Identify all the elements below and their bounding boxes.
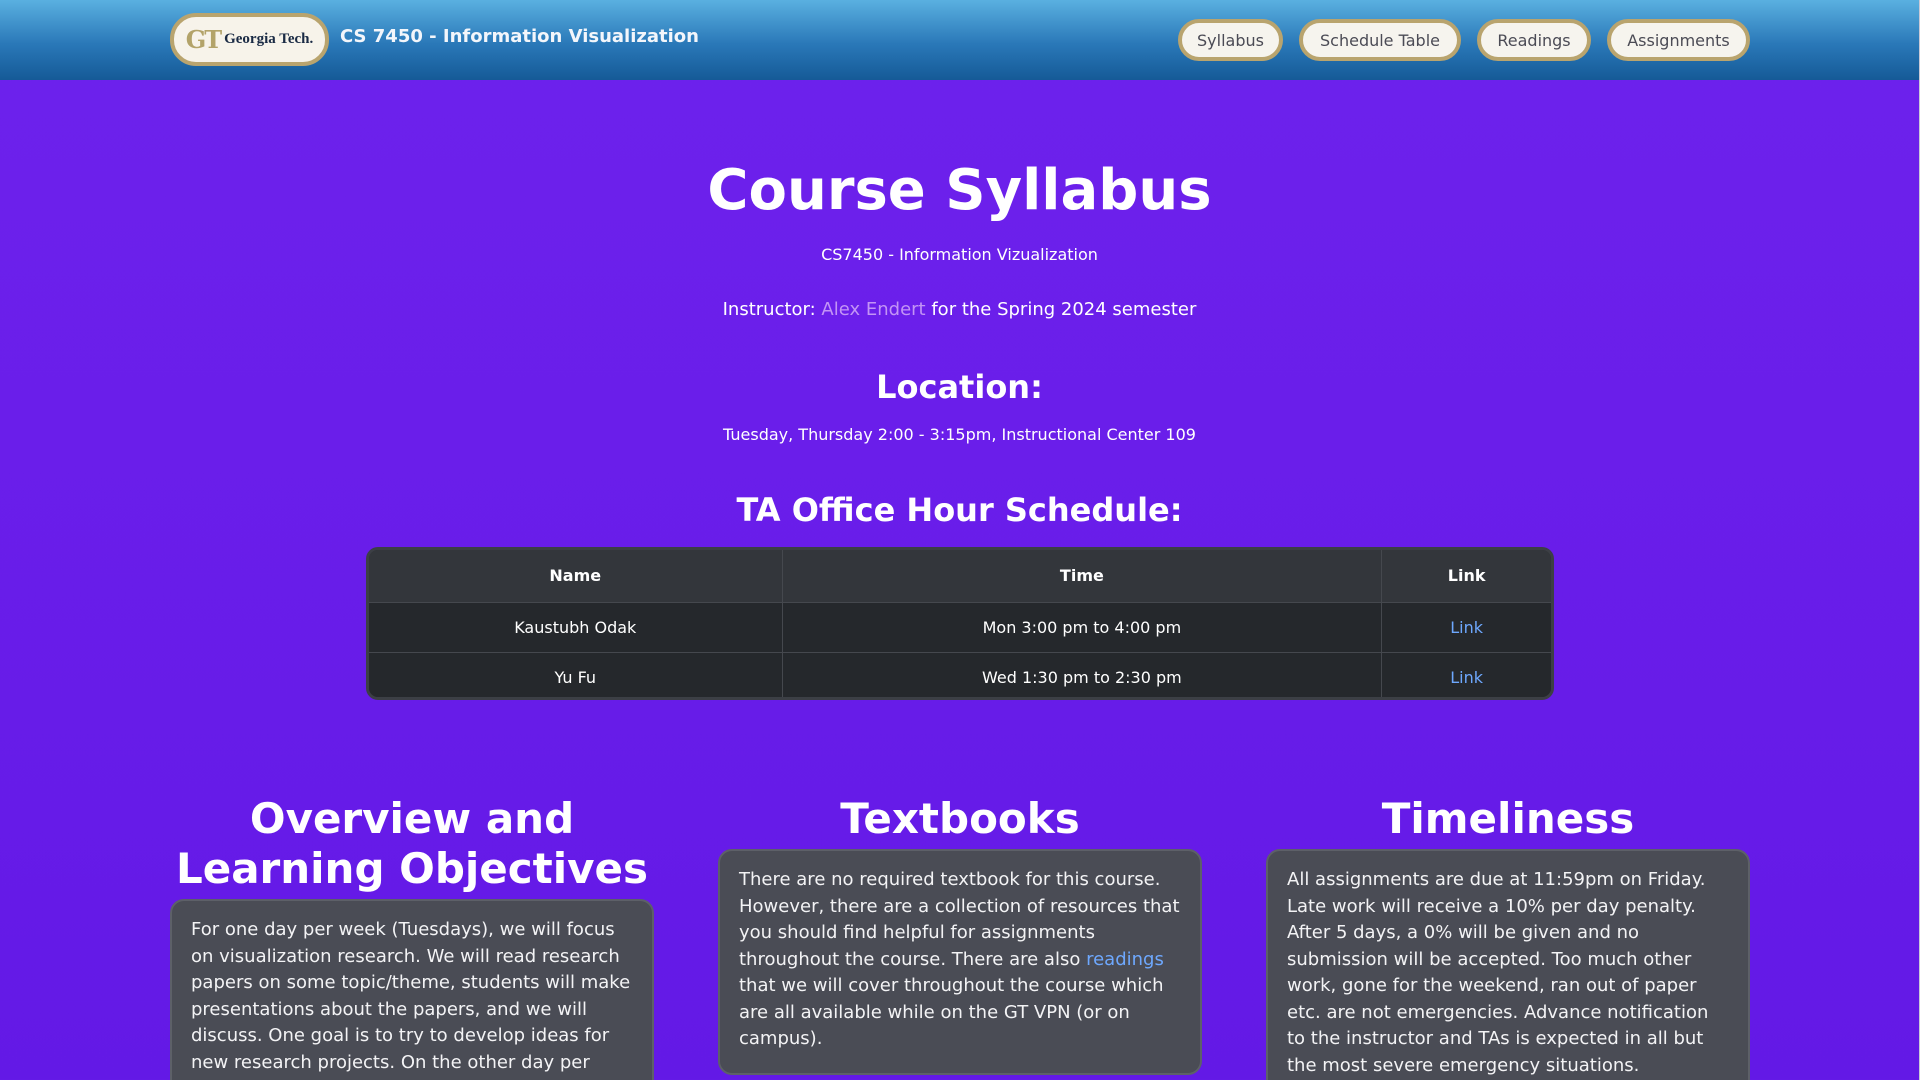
ta-schedule-heading: TA Office Hour Schedule:	[736, 491, 1183, 529]
instructor-prefix: Instructor:	[722, 299, 816, 320]
ta-link[interactable]: Link	[1381, 601, 1551, 652]
ta-link[interactable]: Link	[1381, 651, 1551, 697]
nav-schedule-table-button[interactable]: Schedule Table	[1299, 19, 1461, 61]
page-title: Course Syllabus	[707, 158, 1212, 223]
timeliness-text: All assignments are due at 11:59pm on Fr…	[1287, 869, 1709, 1076]
georgia-tech-logo[interactable]: GT Georgia Tech.	[170, 13, 329, 66]
table-header-name: Name	[369, 550, 783, 602]
table-row: Yu Fu Wed 1:30 pm to 2:30 pm Link	[369, 651, 1551, 697]
textbooks-card: There are no required textbook for this …	[718, 849, 1202, 1075]
site-title[interactable]: CS 7450 - Information Visualization	[340, 26, 699, 47]
overview-card: For one day per week (Tuesdays), we will…	[170, 899, 654, 1080]
logo-text: Georgia Tech.	[224, 31, 314, 47]
nav-syllabus-button[interactable]: Syllabus	[1178, 19, 1283, 61]
course-subtitle: CS7450 - Information Vizualization	[821, 245, 1098, 264]
top-navbar: GT Georgia Tech. CS 7450 - Information V…	[0, 0, 1919, 80]
ta-name-cell: Yu Fu	[369, 651, 783, 697]
ta-schedule-table: Name Time Link Kaustubh Odak Mon 3:00 pm…	[366, 547, 1554, 700]
ta-time-cell: Mon 3:00 pm to 4:00 pm	[782, 601, 1383, 652]
textbooks-heading: Textbooks	[840, 794, 1080, 843]
location-text: Tuesday, Thursday 2:00 - 3:15pm, Instruc…	[723, 425, 1196, 444]
table-row: Kaustubh Odak Mon 3:00 pm to 4:00 pm Lin…	[369, 601, 1551, 652]
overview-heading: Overview and Learning Objectives	[175, 794, 649, 893]
timeliness-card: All assignments are due at 11:59pm on Fr…	[1266, 849, 1750, 1080]
textbooks-text-after: that we will cover throughout the course…	[739, 975, 1164, 1049]
table-header-row: Name Time Link	[369, 550, 1551, 602]
nav-assignments-button[interactable]: Assignments	[1607, 19, 1750, 61]
instructor-line: Instructor: Alex Endert for the Spring 2…	[0, 299, 1919, 320]
instructor-suffix: for the Spring 2024 semester	[931, 299, 1197, 320]
readings-link[interactable]: readings	[1086, 949, 1164, 970]
instructor-link[interactable]: Alex Endert	[821, 299, 925, 320]
overview-text: For one day per week (Tuesdays), we will…	[191, 919, 631, 1080]
ta-name-cell: Kaustubh Odak	[369, 601, 783, 652]
gt-logo-mark: GT	[185, 25, 222, 54]
timeliness-heading: Timeliness	[1381, 794, 1635, 843]
nav-readings-button[interactable]: Readings	[1477, 19, 1591, 61]
location-heading: Location:	[876, 368, 1043, 406]
table-header-link: Link	[1381, 550, 1551, 602]
table-header-time: Time	[782, 550, 1383, 602]
ta-time-cell: Wed 1:30 pm to 2:30 pm	[782, 651, 1383, 697]
